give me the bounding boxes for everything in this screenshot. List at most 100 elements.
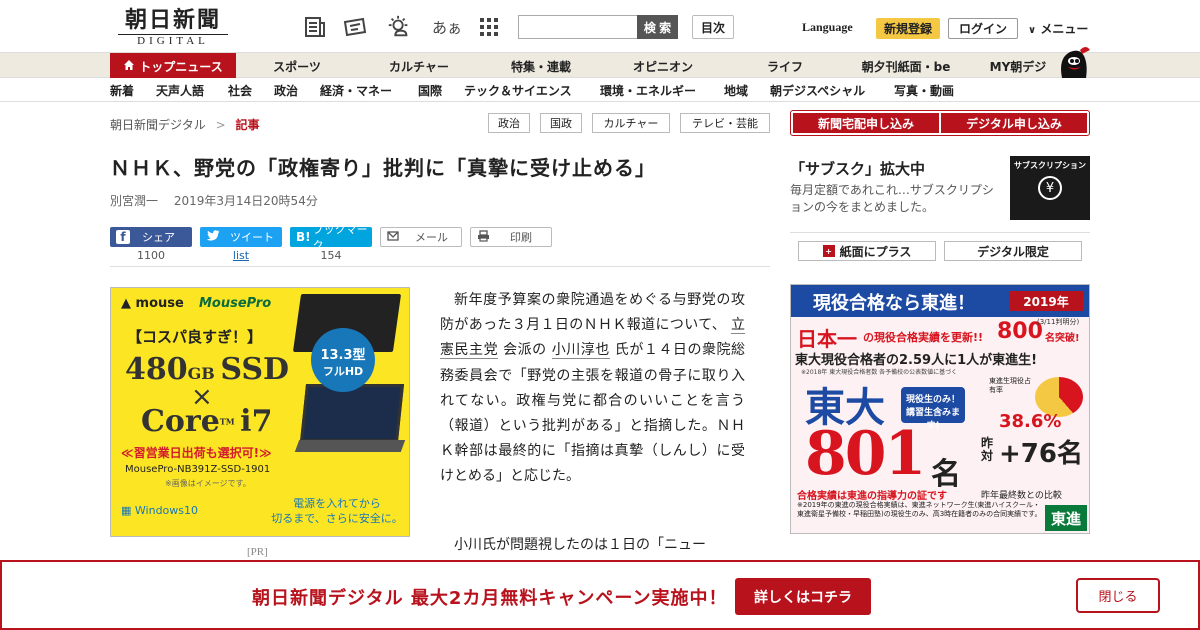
ad-r-last-year: 昨対 (981, 436, 994, 463)
nav-item-sports[interactable]: スポーツ (250, 53, 344, 79)
ad-r-logo: 東進 (1045, 505, 1087, 531)
chevron-down-icon: ∨ (1028, 25, 1037, 36)
facebook-share-button[interactable]: f シェア (110, 227, 192, 247)
facebook-icon: f (116, 230, 130, 244)
search-button[interactable]: 検 索 (637, 15, 678, 39)
ad-power: 電源を入れてから 切るまで、さらに安全に。 (267, 496, 407, 526)
main-nav: トップニュース スポーツ カルチャー 特集・連載 オピニオン ライフ 朝夕刊紙面… (0, 52, 1200, 79)
ad-r-date-note: (3/11判明分) (1037, 318, 1080, 326)
print-plus-button[interactable]: + 紙面にプラス (798, 241, 936, 261)
ad-r-diff: +76名 (999, 439, 1083, 469)
subnav-item-region[interactable]: 地域 (724, 82, 748, 99)
tag-tv-entertainment[interactable]: テレビ・芸能 (680, 113, 770, 133)
nav-item-my-asadigi[interactable]: MY朝デジ (980, 53, 1056, 79)
ad-r-headline: 現役合格なら東進！ (813, 293, 975, 314)
nav-item-features[interactable]: 特集・連載 (494, 53, 588, 79)
tag-politics[interactable]: 政治 (488, 113, 530, 133)
ad-os: ▦ Windows10 (121, 504, 198, 517)
digital-only-button[interactable]: デジタル限定 (944, 241, 1082, 261)
subnav-item-latest[interactable]: 新着 (110, 82, 134, 99)
nav-top-label: トップニュース (139, 59, 223, 74)
subnav-item-tech[interactable]: テック＆サイエンス (464, 82, 572, 99)
ad-toshin[interactable]: 現役合格なら東進！ 2019年 日本一 の現役合格実績を更新!! 800 名突破… (790, 284, 1090, 534)
twitter-share-button[interactable]: ツイート (200, 227, 282, 247)
nav-item-opinion[interactable]: オピニオン (616, 53, 710, 79)
logo-ja: 朝日新聞 (124, 7, 221, 33)
author[interactable]: 別宮潤一 (110, 194, 158, 208)
subnav-item-special[interactable]: 朝デジスペシャル (770, 82, 865, 99)
register-button[interactable]: 新規登録 (876, 18, 940, 39)
language-link[interactable]: Language (802, 20, 853, 35)
twitter-icon (206, 229, 220, 245)
font-size-icon[interactable]: あぁ (432, 14, 462, 40)
breadcrumb-home[interactable]: 朝日新聞デジタル (110, 118, 206, 132)
article-headline: ＮＨＫ、野党の「政権寄り」批判に「真摯に受け止める」 (110, 156, 656, 180)
ad-ssd-num: 480 (125, 352, 188, 387)
ad-screen-badge: 13.3型 フルHD (311, 328, 375, 392)
windows-icon: ▦ (121, 504, 132, 517)
weather-icon[interactable] (386, 14, 412, 40)
subnav-item-politics[interactable]: 政治 (274, 82, 298, 99)
nav-item-culture[interactable]: カルチャー (372, 53, 466, 79)
ad-screen-label: フルHD (322, 365, 364, 378)
ad-power-line1: 電源を入れてから (293, 497, 381, 510)
print-plus-icon: + (822, 245, 835, 257)
campaign-banner: 朝日新聞デジタル 最大2カ月無料キャンペーン実施中！ 詳しくはコチラ 閉じる (0, 560, 1200, 630)
mascot-icon[interactable] (1054, 44, 1092, 80)
tag-culture[interactable]: カルチャー (592, 113, 670, 133)
grid-icon[interactable] (476, 14, 502, 40)
newspaper-subscribe-button[interactable]: 新聞宅配申し込み (793, 113, 939, 133)
facebook-count: 1100 (137, 249, 165, 262)
subnav-item-international[interactable]: 国際 (418, 82, 442, 99)
article-divider (110, 266, 770, 267)
breadcrumb-current: 記事 (235, 118, 260, 132)
byline: 別宮潤一 2019年3月14日20時54分 (110, 192, 318, 209)
twitter-count-link[interactable]: list (200, 249, 282, 262)
newspaper-icon[interactable] (302, 14, 328, 40)
ad-mousepro[interactable]: ▲ mouse MousePro 【コスパ良すぎ！】 480GB SSD × C… (110, 287, 410, 537)
digital-subscribe-button[interactable]: デジタル申し込み (941, 113, 1087, 133)
subscription-promo-image[interactable]: サブスクリプション ¥ (1010, 156, 1090, 220)
nav-item-paper[interactable]: 朝夕刊紙面・be (850, 53, 962, 79)
promo-title[interactable]: 「サブスク」拡大中 (790, 158, 925, 179)
ad-shipping: ≪習営業日出荷も選択可!≫ (121, 446, 272, 460)
print-button[interactable]: 印刷 (470, 227, 552, 247)
site-logo[interactable]: 朝日新聞 DIGITAL (118, 7, 228, 48)
subnav-item-society[interactable]: 社会 (228, 82, 252, 99)
subnav-item-environment[interactable]: 環境・エネルギー (600, 82, 696, 99)
ad-brand-mousepro: MousePro (199, 296, 272, 311)
hatena-bookmark-button[interactable]: B! ブックマーク (290, 223, 372, 252)
page: 朝日新聞 DIGITAL あぁ 検 索 目次 Language 新規登録 ログイ… (0, 0, 1200, 630)
person-link[interactable]: 小川淳也 (551, 342, 610, 360)
home-icon (123, 59, 135, 74)
ad-cpu-tm: TM (219, 416, 235, 427)
mail-button[interactable]: メール (380, 227, 462, 247)
ad-cpu: CoreTM i7 (141, 404, 272, 439)
subnav-item-photo[interactable]: 写真・動画 (894, 82, 954, 99)
paragraph-1-part-b: 会派の (503, 342, 547, 359)
banner-details-button[interactable]: 詳しくはコチラ (735, 578, 871, 615)
ad-ssd-unit: GB (187, 364, 215, 383)
ad-r-compare: 昨年最終数との比較 (981, 491, 1062, 501)
tag-national-politics[interactable]: 国政 (540, 113, 582, 133)
ad-os-text: Windows10 (134, 504, 199, 517)
banner-close-button[interactable]: 閉じる (1076, 578, 1160, 613)
ad-cpu-name: Core (141, 404, 220, 439)
subnav-item-tenseijingo[interactable]: 天声人語 (156, 82, 204, 99)
subnav-item-economy[interactable]: 経済・マネー (320, 82, 392, 99)
banner-text: 朝日新聞デジタル 最大2カ月無料キャンペーン実施中！ (252, 588, 728, 609)
menu-button[interactable]: ∨ メニュー (1028, 20, 1088, 37)
nav-item-top-news[interactable]: トップニュース (110, 53, 236, 79)
search-input[interactable] (518, 15, 638, 39)
mail-icon (387, 230, 399, 244)
promo-text[interactable]: 毎月定額であれこれ…サブスクリプションの今をまとめました。 (790, 182, 1002, 216)
login-button[interactable]: ログイン (948, 18, 1018, 39)
toc-button[interactable]: 目次 (692, 15, 734, 39)
nav-item-life[interactable]: ライフ (738, 53, 832, 79)
article-paragraph-1: 新年度予算案の衆院通過をめぐる与野党の攻防があった３月１日のＮＨＫ報道について、… (440, 288, 745, 490)
logo-en: DIGITAL (118, 34, 228, 48)
print-label: 印刷 (510, 231, 532, 244)
ad-model: MousePro-NB391Z-SSD-1901 (125, 464, 271, 475)
ticket-icon[interactable] (342, 14, 368, 40)
publish-date: 2019年3月14日20時54分 (173, 194, 318, 208)
